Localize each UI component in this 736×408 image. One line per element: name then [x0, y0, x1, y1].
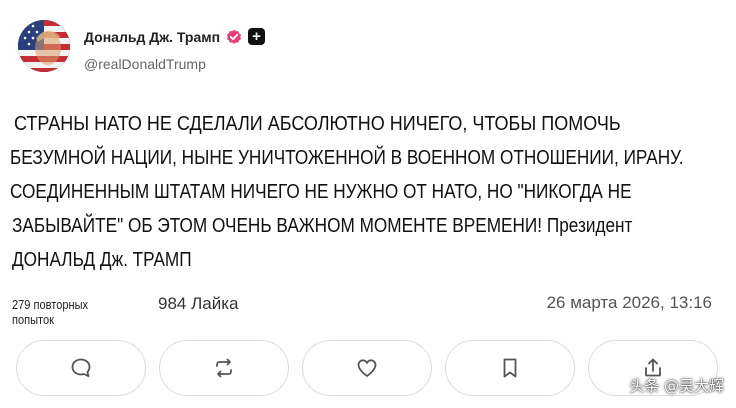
watermark: 头条 @吴大辉 [629, 377, 724, 395]
handle[interactable]: @realDonaldTrump [84, 56, 206, 72]
comment-icon [71, 358, 91, 378]
like-button[interactable] [302, 340, 432, 396]
bookmark-button[interactable] [445, 340, 575, 396]
repost-count[interactable]: 279 повторных попыток [12, 297, 129, 327]
avatar[interactable] [18, 20, 70, 72]
heart-icon [357, 359, 377, 377]
repost-icon [216, 358, 232, 378]
display-name[interactable]: Дональд Дж. Трамп [84, 29, 220, 45]
post-stats: 279 повторных попыток 984 Лайка [12, 294, 238, 327]
action-bar [16, 340, 718, 396]
plus-badge-icon: + [248, 28, 266, 45]
post-text-line: СОЕДИНЕННЫМ ШТАТАМ НИЧЕГО НЕ НУЖНО ОТ НА… [10, 181, 632, 203]
post-timestamp: 26 марта 2026, 13:16 [546, 293, 712, 312]
post-text-line: СТРАНЫ НАТО НЕ СДЕЛАЛИ АБСОЛЮТНО НИЧЕГО,… [14, 113, 621, 135]
flag-avatar-image [18, 20, 70, 72]
bookmark-icon [503, 358, 517, 378]
author-row: Дональд Дж. Трамп + [84, 28, 266, 45]
repost-button[interactable] [159, 340, 289, 396]
reply-button[interactable] [16, 340, 146, 396]
post-text-line: ДОНАЛЬД Дж. ТРАМП [12, 249, 192, 271]
verified-badge-icon [227, 29, 242, 44]
like-count[interactable]: 984 Лайка [158, 294, 238, 314]
post-text-line: БЕЗУМНОЙ НАЦИИ, НЫНЕ УНИЧТОЖЕННОЙ В ВОЕН… [10, 147, 684, 169]
post-text-line: ЗАБЫВАЙТЕ" ОБ ЭТОМ ОЧЕНЬ ВАЖНОМ МОМЕНТЕ … [12, 215, 633, 237]
